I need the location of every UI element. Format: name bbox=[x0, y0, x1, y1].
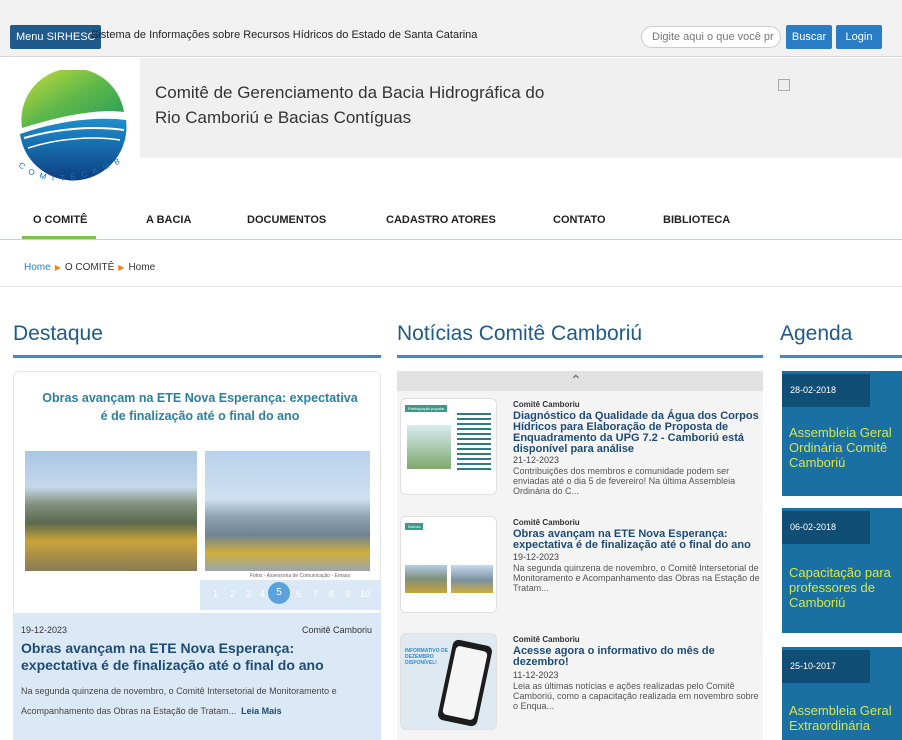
destaque-title-underline bbox=[13, 355, 381, 358]
news-thumbnail[interactable]: Notícia bbox=[400, 516, 497, 613]
news-category: Comitê Camboriu bbox=[513, 518, 580, 527]
chevron-right-icon: ▶ bbox=[54, 263, 61, 272]
news-category: Comitê Camboriu bbox=[513, 400, 580, 409]
nav-contato[interactable]: CONTATO bbox=[553, 214, 606, 226]
pager-page-9[interactable]: 9 bbox=[345, 589, 350, 599]
news-title[interactable]: Diagnóstico da Qualidade da Água dos Cor… bbox=[513, 411, 761, 455]
noticias-title: Notícias Comitê Camboriú bbox=[397, 322, 643, 345]
news-summary: Contribuições dos membros e comunidade p… bbox=[513, 466, 736, 496]
breadcrumb-section[interactable]: O COMITÊ bbox=[65, 262, 114, 273]
nav-a-bacia[interactable]: A BACIA bbox=[146, 214, 191, 226]
destaque-summary: Na segunda quinzena de novembro, o Comit… bbox=[21, 686, 337, 716]
pager-page-6[interactable]: 6 bbox=[296, 589, 301, 599]
news-date: 21-12-2023 bbox=[513, 455, 560, 465]
noticias-title-underline bbox=[397, 355, 763, 358]
thumb-tag: INFORMATIVO DE DEZEMBRO DISPONÍVEL! bbox=[405, 648, 448, 666]
read-more-link[interactable]: Leia Mais bbox=[241, 706, 282, 716]
chevron-up-icon: ⌃ bbox=[570, 372, 582, 388]
search-input[interactable]: Digite aqui o que você pr bbox=[641, 26, 781, 48]
destaque-photo-workers bbox=[25, 451, 197, 571]
thumb-tag: Participação popular bbox=[405, 405, 448, 412]
agenda-date: 28-02-2018 bbox=[782, 374, 870, 407]
menu-sirhesc-button[interactable]: Menu SIRHESC bbox=[10, 25, 102, 49]
chevron-right-icon: ▶ bbox=[118, 263, 125, 272]
pager-page-7[interactable]: 7 bbox=[313, 589, 318, 599]
breadcrumb: Home ▶ O COMITÊ ▶ Home bbox=[24, 262, 155, 273]
destaque-headline[interactable]: Obras avançam na ETE Nova Esperança: exp… bbox=[21, 640, 371, 674]
news-date: 19-12-2023 bbox=[513, 552, 560, 562]
pager-page-1[interactable]: 1 bbox=[213, 589, 218, 599]
destaque-image-heading: Obras avançam na ETE Nova Esperança: exp… bbox=[42, 391, 358, 423]
destaque-photo-treatment-plant bbox=[205, 451, 370, 571]
nav-active-indicator bbox=[22, 236, 96, 239]
news-summary: Leia as últimas notícias e ações realiza… bbox=[513, 681, 759, 711]
nav-cadastro-atores[interactable]: CADASTRO ATORES bbox=[386, 214, 496, 226]
nav-o-comite[interactable]: O COMITÊ bbox=[33, 214, 87, 226]
search-button[interactable]: Buscar bbox=[786, 25, 832, 49]
breadcrumb-home[interactable]: Home bbox=[24, 262, 51, 273]
carousel-pager bbox=[200, 580, 381, 610]
broken-image-icon bbox=[778, 79, 790, 91]
news-date: 11-12-2023 bbox=[513, 670, 559, 680]
photo-credit: Fotos - Assessoria de Comunicação - Emas… bbox=[250, 573, 351, 579]
destaque-category: Comitê Camboriu bbox=[302, 625, 373, 635]
news-title[interactable]: Obras avançam na ETE Nova Esperança: exp… bbox=[513, 529, 761, 551]
destaque-date: 19-12-2023 bbox=[21, 625, 68, 635]
thumb-tag: Notícia bbox=[405, 523, 424, 530]
agenda-event-title[interactable]: Assembleia Geral Extraordinária bbox=[789, 703, 901, 740]
login-button[interactable]: Login bbox=[836, 25, 882, 49]
pager-page-8[interactable]: 8 bbox=[329, 589, 334, 599]
agenda-date: 06-02-2018 bbox=[782, 511, 870, 544]
news-summary: Na segunda quinzena de novembro, o Comit… bbox=[513, 563, 760, 593]
pager-page-10[interactable]: 10 bbox=[360, 589, 370, 599]
news-scroll-up-button[interactable]: ⌃ bbox=[397, 371, 763, 391]
agenda-title-underline bbox=[780, 355, 902, 358]
agenda-event-title[interactable]: Assembleia Geral Ordinária Comitê Cambor… bbox=[789, 425, 901, 470]
news-thumbnail[interactable]: Participação popular bbox=[400, 398, 497, 495]
system-title: Sistema de Informações sobre Recursos Hí… bbox=[91, 29, 478, 41]
agenda-title: Agenda bbox=[780, 322, 853, 345]
nav-biblioteca[interactable]: BIBLIOTECA bbox=[663, 214, 730, 226]
pager-page-active[interactable]: 5 bbox=[268, 582, 290, 604]
committee-title: Comitê de Gerenciamento da Bacia Hidrogr… bbox=[155, 83, 545, 127]
agenda-event-title[interactable]: Capacitação para professores de Camboriú bbox=[789, 565, 901, 610]
breadcrumb-current: Home bbox=[128, 262, 156, 273]
news-title[interactable]: Acesse agora o informativo do mês de dez… bbox=[513, 646, 761, 668]
nav-documentos[interactable]: DOCUMENTOS bbox=[247, 214, 326, 226]
pager-page-4[interactable]: 4 bbox=[260, 589, 265, 599]
divider bbox=[0, 286, 902, 287]
pager-page-3[interactable]: 3 bbox=[246, 589, 251, 599]
pager-page-2[interactable]: 2 bbox=[230, 589, 235, 599]
destaque-title: Destaque bbox=[13, 322, 103, 345]
comite-camboriu-logo[interactable]: C O M I T Ê C A M B O R I Ú bbox=[10, 63, 132, 194]
news-thumbnail[interactable]: INFORMATIVO DE DEZEMBRO DISPONÍVEL! bbox=[400, 633, 497, 730]
news-category: Comitê Camboriu bbox=[513, 635, 580, 644]
agenda-date: 25-10-2017 bbox=[782, 650, 870, 683]
